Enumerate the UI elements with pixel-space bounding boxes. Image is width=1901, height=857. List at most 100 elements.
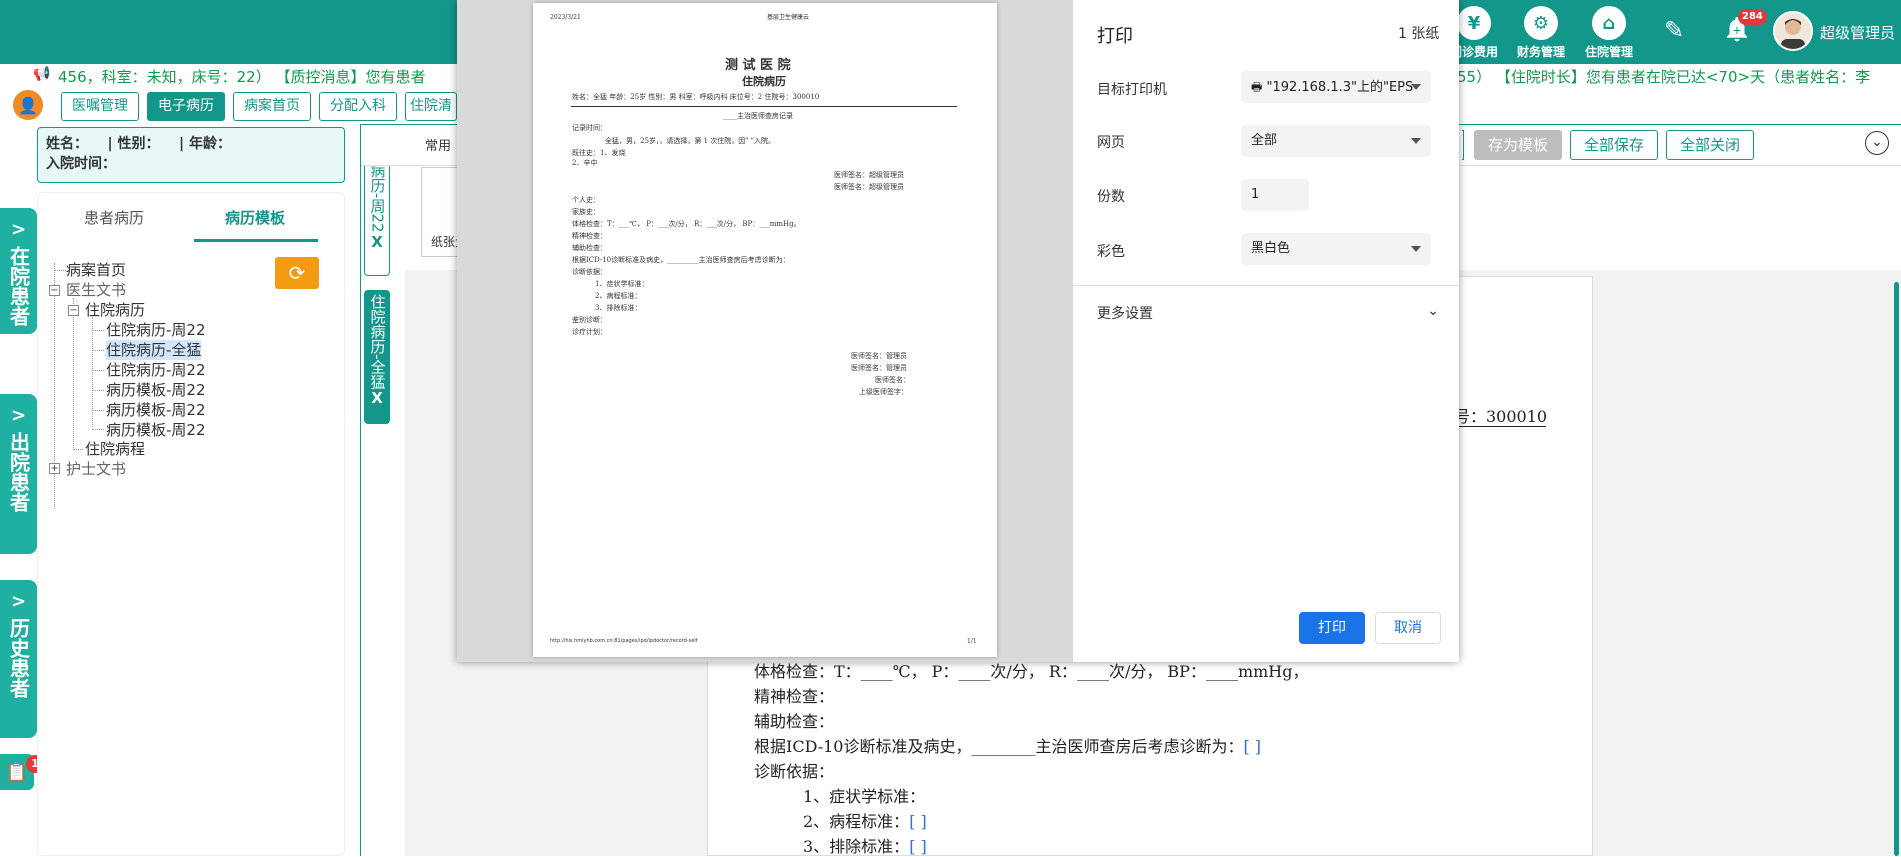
color-select[interactable]: 黑白色 [1241, 233, 1431, 265]
printer-label: 目标打印机 [1097, 82, 1167, 98]
header-rule [1454, 426, 1546, 427]
sheet-count: 1 张纸 [1398, 26, 1440, 42]
content-border [360, 124, 361, 856]
tree-leaf[interactable]: 住院病历-周22 [106, 360, 206, 380]
preview-doc-title: 住院病历 [742, 75, 786, 88]
avatar[interactable] [1773, 11, 1813, 51]
name-label: 姓名： [46, 136, 88, 152]
tree-node-nurse-docs[interactable]: 护士文书 [66, 459, 126, 479]
doc-mental[interactable]: 精神检查： [754, 683, 834, 707]
chevron-down-icon: ⌄ [1427, 303, 1439, 319]
printer-icon: 🖶 [1251, 80, 1263, 94]
preview-record-time: 记录时间： [572, 124, 607, 132]
doc-icd[interactable]: 根据ICD-10诊断标准及病史，________主治医师查房后考虑诊断为：[ ] [754, 733, 1261, 757]
hospital-bed-icon: ⌂ [1592, 6, 1626, 40]
chevron-down-icon[interactable]: ⌄ [1865, 131, 1889, 155]
tree-leaf[interactable]: 病历模板-周22 [106, 380, 206, 400]
side-tab-inpatients[interactable]: > 在院患者 [0, 208, 37, 334]
divider [1073, 285, 1459, 286]
collapse-icon[interactable]: − [68, 305, 79, 316]
preview-basis-1: 1、症状学标准： [595, 280, 649, 288]
preview-page-number: 1/1 [967, 638, 977, 645]
nav-discharge-clear[interactable]: 住院清 [405, 92, 457, 121]
doc-basis[interactable]: 诊断依据： [754, 758, 834, 782]
preview-sign: 上级医师签字： [859, 388, 908, 396]
user-menu-icon[interactable]: 👤 [13, 90, 43, 120]
preview-hospital: 测 试 医 院 [725, 58, 791, 73]
refresh-icon: ⟳ [288, 261, 306, 285]
menu-inpatient[interactable]: ⌂ 住院管理 [1571, 6, 1647, 60]
nav-case-home[interactable]: 病案首页 [233, 92, 311, 121]
chevron-right-icon: > [10, 219, 27, 240]
tree-node-course[interactable]: 住院病程 [85, 439, 145, 459]
tab-common[interactable]: 常用 [425, 135, 451, 154]
nav-assign-dept[interactable]: 分配入科 [319, 92, 397, 121]
side-tab-discharged[interactable]: > 出院患者 [0, 394, 37, 554]
copies-input[interactable]: 1 [1241, 179, 1309, 211]
pages-select[interactable]: 全部 [1241, 125, 1431, 157]
print-button[interactable]: 打印 [1299, 612, 1365, 644]
nav-emr[interactable]: 电子病历 [147, 92, 225, 121]
chevron-right-icon: > [10, 405, 27, 426]
close-icon[interactable]: X [365, 233, 389, 252]
preview-basis-2: 2、病程标准： [595, 292, 642, 300]
doc-bracket[interactable]: [ ] [909, 812, 927, 831]
collapse-icon[interactable]: − [49, 285, 60, 296]
vertical-scrollbar[interactable] [1894, 282, 1899, 856]
tab-underline [194, 239, 318, 242]
tree-leaf[interactable]: 病历模板-周22 [106, 400, 206, 420]
preview-basis-3: 3、排除标准： [595, 304, 642, 312]
side-tab-label: 在院患者 [6, 246, 31, 326]
preview-patient-info: 姓名：全猛 年龄：25岁 性别：男 科室：呼吸内科 床位号：2 住院号：3000… [572, 93, 820, 101]
preview-plan: 诊疗计划： [572, 328, 607, 336]
doc-aux[interactable]: 辅助检查： [754, 708, 834, 732]
tree-node-doctor-docs[interactable]: 医生文书 [66, 280, 126, 300]
user-photo-icon [1775, 13, 1811, 49]
doc-bracket[interactable]: [ ] [909, 837, 927, 856]
nav-orders[interactable]: 医嘱管理 [61, 92, 139, 121]
age-label: | 年龄： [179, 136, 231, 152]
pages-value: 全部 [1251, 133, 1278, 148]
preview-sign: 医师签名：超级管理员 [834, 183, 904, 191]
preview-summary: 全猛，男，25岁，，请选择，第 1 次住院，因" "入院。 [605, 137, 775, 145]
record-tab-label: 住院病历-全猛 [368, 294, 387, 390]
expand-icon[interactable]: + [49, 463, 60, 474]
save-all-button[interactable]: 全部保存 [1570, 130, 1658, 160]
tab-patient-records[interactable]: 患者病历 [84, 207, 144, 228]
refresh-button[interactable]: ⟳ [275, 257, 319, 289]
doc-basis-2-text: 2、病程标准： [803, 812, 910, 831]
save-template-button[interactable]: 存为模板 [1474, 130, 1562, 160]
preview-exam: 体格检查：T：___℃， P：___次/分， R：___次/分， BP：___m… [572, 220, 801, 228]
printer-select[interactable]: 🖶 "192.168.1.3"上的"EPS [1241, 71, 1431, 103]
side-tab-history[interactable]: > 历史患者 [0, 580, 37, 738]
close-icon[interactable]: X [364, 389, 390, 408]
dropdown-caret-icon [1411, 138, 1421, 144]
more-settings-toggle[interactable]: 更多设置 ⌄ [1097, 303, 1439, 323]
preview-icd: 根据ICD-10诊断标准及病史，_________主治医师查房后考虑诊断为： [572, 256, 790, 264]
preview-sign: 医师签名：管理员 [851, 364, 907, 372]
menu-label: 财务管理 [1516, 45, 1565, 59]
pencil-icon[interactable]: ✎ [1664, 16, 1684, 44]
doc-basis-2[interactable]: 2、病程标准：[ ] [803, 808, 927, 832]
print-settings-panel: 打印 1 张纸 目标打印机 🖶 "192.168.1.3"上的"EPS 网页 全… [1073, 0, 1459, 662]
close-all-button[interactable]: 全部关闭 [1666, 130, 1754, 160]
tree-leaf[interactable]: 住院病历-周22 [106, 320, 206, 340]
tree-leaf-selected[interactable]: 住院病历-全猛 [106, 340, 202, 360]
preview-diag: 鉴别诊断： [572, 316, 607, 324]
marquee-text-left: 456，科室：未知，床号：22） 【质控消息】您有患者 [58, 68, 426, 86]
record-tab-2[interactable]: 住院病历-全猛 X [364, 290, 390, 424]
doc-basis-3[interactable]: 3、排除标准：[ ] [803, 833, 927, 857]
doc-basis-1[interactable]: 1、症状学标准： [803, 783, 925, 807]
print-title: 打印 [1097, 26, 1133, 47]
doc-bracket[interactable]: [ ] [1243, 737, 1261, 756]
inpatient-number: 号：300010 [1454, 407, 1548, 426]
tree-node-inpatient-record[interactable]: 住院病历 [85, 300, 145, 320]
pages-label: 网页 [1097, 135, 1125, 151]
tree-leaf[interactable]: 病历模板-周22 [106, 420, 206, 440]
menu-finance[interactable]: ⚙ 财务管理 [1503, 6, 1579, 60]
tree-node-case-home[interactable]: 病案首页 [66, 260, 126, 280]
username[interactable]: 超级管理员 [1820, 22, 1895, 43]
cancel-button[interactable]: 取消 [1375, 612, 1441, 644]
preview-history2: 2、辛中 [572, 159, 598, 167]
tab-record-templates[interactable]: 病历模板 [225, 207, 285, 228]
